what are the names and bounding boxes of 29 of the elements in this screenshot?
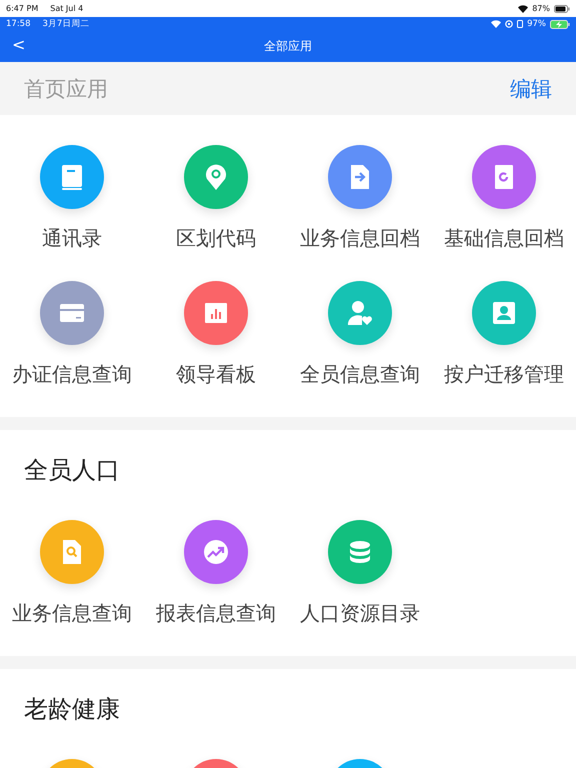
wifi-icon bbox=[491, 20, 502, 28]
battery-icon bbox=[554, 4, 570, 12]
app-label[interactable]: 基础信息回档 bbox=[444, 225, 564, 251]
status-date: Sat Jul 4 bbox=[50, 4, 84, 13]
app-label[interactable]: 办证信息查询 bbox=[12, 361, 132, 387]
battery-percent: 97% bbox=[527, 19, 546, 29]
app-label[interactable]: 按户迁移管理 bbox=[444, 361, 564, 387]
section-title: 老龄健康 bbox=[23, 694, 121, 725]
app-label[interactable]: 领导看板 bbox=[176, 361, 256, 387]
page-title: 全部应用 bbox=[264, 38, 312, 55]
device-icon bbox=[517, 20, 524, 28]
app-label[interactable]: 通讯录 bbox=[42, 225, 102, 251]
charging-battery-icon bbox=[550, 20, 570, 28]
edit-button[interactable]: 编辑 bbox=[510, 74, 552, 102]
status-date: 3月7日周二 bbox=[42, 18, 90, 30]
section-title: 全员人口 bbox=[23, 455, 121, 486]
back-button[interactable]: < bbox=[8, 35, 30, 54]
section-title: 首页应用 bbox=[24, 76, 108, 102]
app-label[interactable]: 区划代码 bbox=[176, 225, 256, 251]
app-label[interactable]: 业务信息回档 bbox=[300, 225, 420, 251]
wifi-icon bbox=[518, 4, 528, 12]
app-label[interactable]: 业务信息查询 bbox=[12, 600, 132, 626]
battery-percent: 87% bbox=[532, 4, 550, 13]
status-time: 6:47 PM bbox=[6, 4, 38, 13]
app-label[interactable]: 人口资源目录 bbox=[300, 600, 420, 626]
app-label[interactable]: 全员信息查询 bbox=[300, 361, 420, 387]
app-label[interactable]: 报表信息查询 bbox=[156, 600, 276, 626]
status-time: 17:58 bbox=[6, 19, 30, 29]
rotation-lock-icon bbox=[505, 20, 514, 28]
